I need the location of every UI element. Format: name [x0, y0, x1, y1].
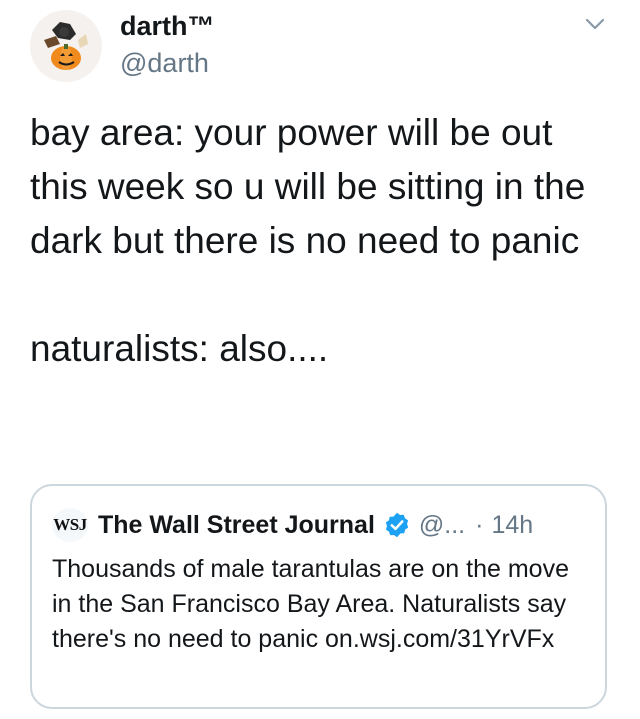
- quoted-tweet-timestamp[interactable]: 14h: [491, 511, 533, 540]
- tweet-text: bay area: your power will be out this we…: [30, 112, 586, 369]
- verified-badge-icon: [383, 511, 411, 539]
- separator-dot: ·: [475, 510, 484, 539]
- chevron-down-icon[interactable]: [578, 12, 612, 36]
- quoted-tweet-text: Thousands of male tarantulas are on the …: [52, 555, 569, 653]
- quoted-author-name[interactable]: The Wall Street Journal: [98, 511, 375, 540]
- author-display-name[interactable]: darth™: [120, 11, 215, 42]
- quoted-tweet-header: WSJ The Wall Street Journal @... · 14h: [52, 508, 533, 542]
- quoted-tweet-card[interactable]: WSJ The Wall Street Journal @... · 14h T…: [30, 484, 607, 709]
- avatar[interactable]: [30, 10, 102, 82]
- wsj-logo: WSJ: [52, 508, 88, 542]
- author-handle[interactable]: @darth: [120, 48, 209, 79]
- quoted-author-handle[interactable]: @...: [419, 511, 465, 540]
